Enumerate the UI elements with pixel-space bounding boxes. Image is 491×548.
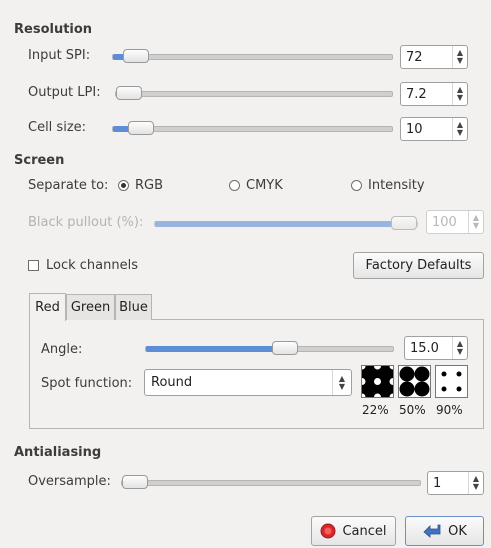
spot-preview-22-label: 22% — [362, 403, 389, 417]
angle-slider[interactable] — [145, 341, 394, 355]
spot-preview-90-graphic — [441, 371, 462, 392]
radio-dot[interactable] — [351, 180, 362, 191]
radio-rgb-label: RGB — [135, 178, 164, 193]
radio-rgb[interactable]: RGB — [118, 178, 163, 193]
radio-cmyk-label: CMYK — [246, 178, 283, 193]
slider-fill — [146, 346, 285, 352]
angle-value[interactable]: 15.0 — [405, 341, 452, 356]
ok-label: OK — [448, 523, 467, 539]
slider-handle — [391, 216, 417, 230]
spot-function-value[interactable]: Round — [145, 375, 332, 390]
lock-channels-label: Lock channels — [46, 258, 138, 273]
spot-preview-90-label: 90% — [436, 403, 463, 417]
tab-green-label: Green — [70, 300, 111, 315]
tab-red[interactable]: Red — [29, 293, 66, 321]
cancel-label: Cancel — [342, 523, 387, 539]
spin-arrows-icon[interactable]: ▲ ▼ — [468, 472, 483, 494]
oversample-label: Oversample: — [28, 474, 111, 489]
checkbox-box[interactable] — [28, 260, 39, 271]
angle-spinbox[interactable]: 15.0 ▲ ▼ — [404, 336, 468, 360]
radio-dot[interactable] — [118, 180, 129, 191]
spot-preview-22 — [358, 362, 397, 401]
black-pullout-label: Black pullout (%): — [28, 215, 144, 230]
cell-size-slider[interactable] — [112, 121, 393, 135]
radio-intensity-label: Intensity — [368, 178, 425, 193]
antialiasing-heading: Antialiasing — [14, 445, 102, 460]
separate-to-label: Separate to: — [28, 178, 109, 193]
ok-arrow-icon — [423, 524, 441, 538]
input-spi-value[interactable]: 72 — [401, 50, 452, 65]
black-pullout-slider — [154, 216, 418, 230]
spot-preview-50-graphic — [399, 366, 430, 397]
oversample-spinbox[interactable]: 1 ▲ ▼ — [427, 471, 484, 495]
black-pullout-spinbox: 100 ▲ ▼ — [426, 210, 484, 234]
spot-preview-90 — [435, 365, 468, 398]
oversample-slider[interactable] — [121, 475, 421, 489]
factory-defaults-label: Factory Defaults — [365, 258, 472, 273]
radio-dot[interactable] — [229, 180, 240, 191]
slider-handle[interactable] — [123, 49, 149, 63]
spin-arrows-icon: ▲ ▼ — [468, 211, 483, 233]
input-spi-label: Input SPI: — [28, 48, 91, 63]
spin-arrows-icon[interactable]: ▲ ▼ — [452, 83, 467, 105]
spin-arrows-icon[interactable]: ▲ ▼ — [452, 118, 467, 140]
slider-handle[interactable] — [128, 121, 154, 135]
spin-arrows-icon[interactable]: ▲ ▼ — [452, 337, 467, 359]
oversample-value[interactable]: 1 — [428, 476, 468, 491]
tab-blue[interactable]: Blue — [115, 294, 152, 320]
spot-function-select[interactable]: Round ▲ ▼ — [144, 369, 352, 396]
resolution-heading: Resolution — [14, 22, 93, 37]
spot-preview-50-label: 50% — [399, 403, 426, 417]
tab-green[interactable]: Green — [66, 294, 115, 320]
spin-arrows-icon[interactable]: ▲ ▼ — [452, 46, 467, 68]
screen-heading: Screen — [14, 153, 65, 168]
output-lpi-value[interactable]: 7.2 — [401, 87, 452, 102]
ok-button[interactable]: OK — [405, 516, 484, 546]
cancel-icon — [320, 523, 336, 539]
slider-handle[interactable] — [116, 86, 142, 100]
cancel-button[interactable]: Cancel — [311, 516, 396, 546]
slider-handle[interactable] — [122, 475, 148, 489]
input-spi-spinbox[interactable]: 72 ▲ ▼ — [400, 45, 468, 69]
spot-function-label: Spot function: — [41, 376, 133, 391]
slider-handle[interactable] — [272, 341, 298, 355]
spot-preview-22-graphic — [358, 362, 397, 401]
angle-label: Angle: — [41, 342, 83, 357]
cell-size-label: Cell size: — [28, 120, 87, 135]
slider-fill — [155, 221, 404, 227]
output-lpi-spinbox[interactable]: 7.2 ▲ ▼ — [400, 82, 468, 106]
lock-channels-checkbox[interactable]: Lock channels — [28, 258, 138, 273]
tab-blue-label: Blue — [119, 300, 148, 315]
spot-preview-50 — [398, 365, 431, 398]
tab-red-label: Red — [35, 300, 60, 315]
factory-defaults-button[interactable]: Factory Defaults — [353, 252, 484, 279]
black-pullout-value: 100 — [432, 214, 457, 230]
cell-size-value[interactable]: 10 — [401, 122, 452, 137]
output-lpi-label: Output LPI: — [28, 85, 101, 100]
output-lpi-slider[interactable] — [115, 86, 393, 100]
radio-intensity[interactable]: Intensity — [351, 178, 425, 193]
input-spi-slider[interactable] — [112, 49, 393, 63]
cell-size-spinbox[interactable]: 10 ▲ ▼ — [400, 117, 468, 141]
radio-cmyk[interactable]: CMYK — [229, 178, 283, 193]
chevron-updown-icon[interactable]: ▲ ▼ — [332, 370, 351, 395]
